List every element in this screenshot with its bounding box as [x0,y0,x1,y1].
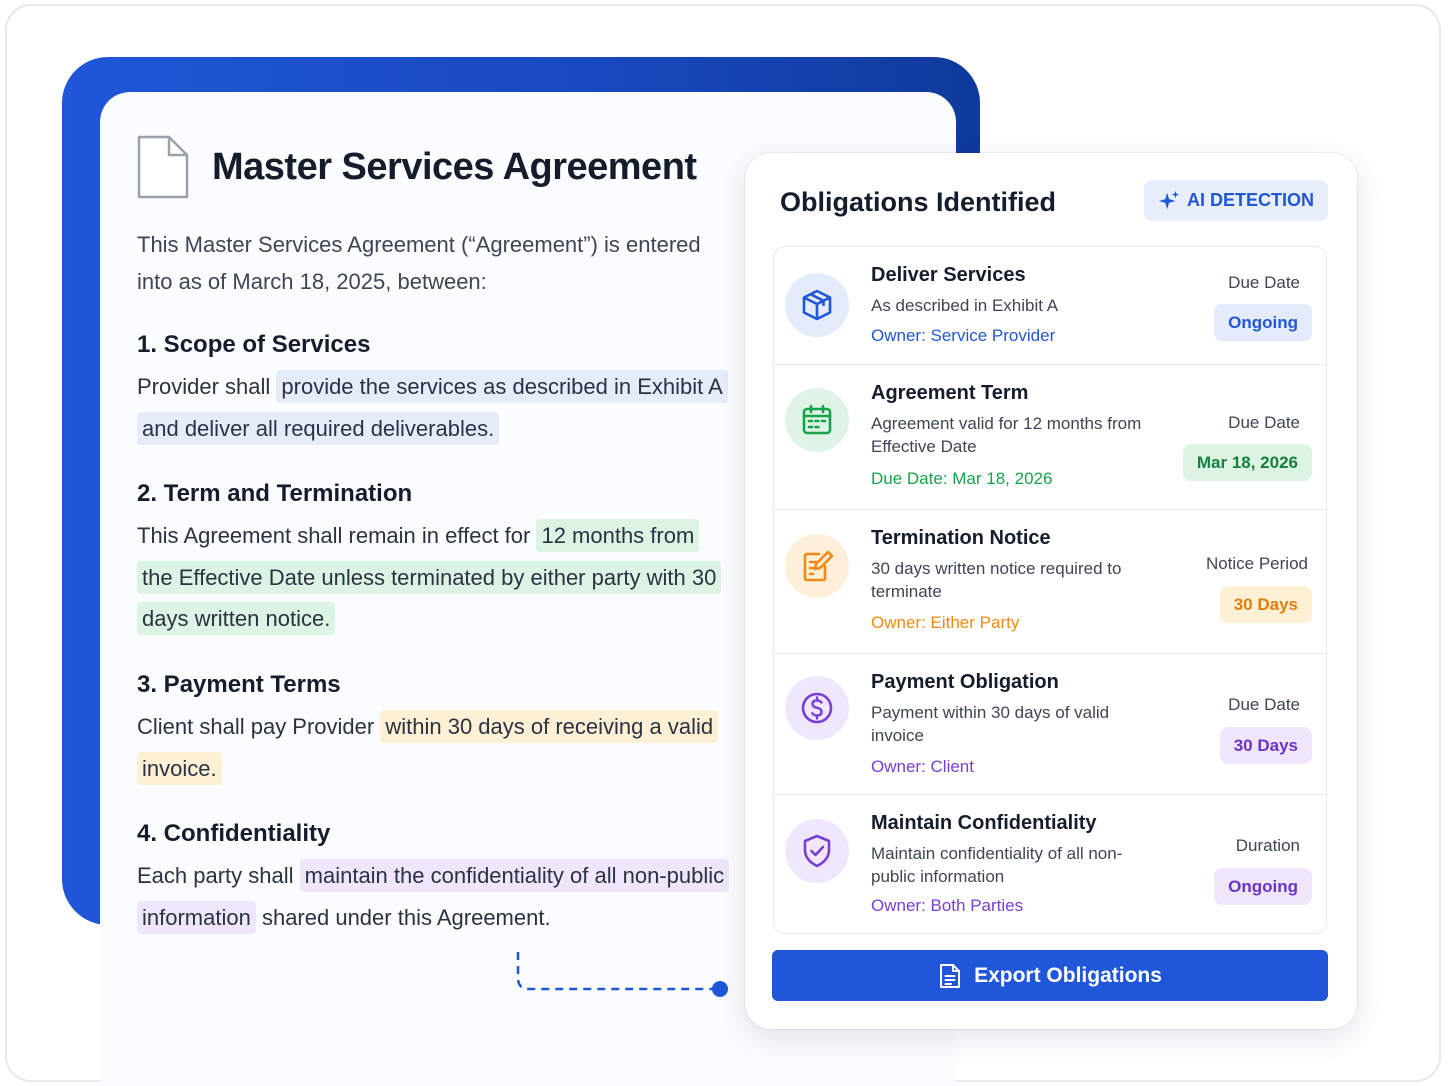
section-term: 2. Term and Termination This Agreement s… [137,479,727,640]
obligation-date-label: Due Date [1228,273,1300,292]
obligation-row[interactable]: Maintain Confidentiality Maintain confid… [774,795,1326,933]
obligation-date-pill: 30 Days [1219,727,1312,764]
document-icon [137,135,189,199]
obligation-description: As described in Exhibit A [871,296,1059,315]
obligation-description: Agreement valid for 12 months from Effec… [871,414,1142,456]
section-text: Each party shall maintain the confidenti… [137,855,730,938]
box-icon [802,289,832,321]
obligation-row[interactable]: Deliver Services As described in Exhibit… [774,247,1326,365]
section-text-plain: This Agreement shall remain in effect fo… [137,523,537,548]
section-title: 2. Term and Termination [137,480,413,507]
obligation-date-label: Due Date [1228,413,1300,432]
obligation-duration-pill: Ongoing [1214,868,1312,905]
obligation-owner: Owner: Service Provider [871,326,1056,345]
section-text: This Agreement shall remain in effect fo… [137,515,727,640]
obligation-icon-circle [785,388,849,452]
edit-document-icon [803,550,834,582]
obligation-owner: Owner: Client [871,757,974,776]
obligation-row[interactable]: Agreement Term Agreement valid for 12 mo… [774,365,1326,510]
obligation-period-label: Notice Period [1205,554,1308,573]
obligation-status-pill: Ongoing [1214,304,1312,341]
section-text: Provider shall provide the services as d… [137,366,728,449]
section-title: 3. Payment Terms [137,671,341,698]
obligation-icon-circle [785,534,849,598]
obligation-description: Payment within 30 days of valid invoice [871,703,1110,745]
obligation-description: 30 days written notice required to termi… [871,559,1122,601]
obligation-title: Deliver Services [871,264,1026,286]
section-text: Client shall pay Provider within 30 days… [137,706,727,789]
obligation-due-text: Due Date: Mar 18, 2026 [871,469,1053,488]
obligation-date-pill: Mar 18, 2026 [1182,444,1312,481]
obligation-owner: Owner: Either Party [871,613,1020,632]
section-text-plain: Provider shall [137,374,277,399]
obligations-panel: Obligations Identified AI DETECTION Deli… [745,153,1357,1029]
dollar-icon [801,692,833,724]
obligation-title: Termination Notice [871,527,1051,549]
obligation-row[interactable]: Termination Notice 30 days written notic… [774,510,1326,654]
ai-badge-label: AI DETECTION [1186,190,1314,210]
document-title: Master Services Agreement [212,146,697,188]
obligation-duration-label: Duration [1235,836,1300,855]
obligation-description: Maintain confidentiality of all non-publ… [871,844,1123,886]
obligation-icon-circle [785,676,849,740]
section-confidentiality: 4. Confidentiality Each party shall main… [137,819,730,938]
document-intro: This Master Services Agreement (“Agreeme… [137,232,701,294]
connector-line [516,952,728,997]
section-payment: 3. Payment Terms Client shall pay Provid… [137,670,727,789]
obligation-title: Maintain Confidentiality [871,812,1097,834]
obligation-period-pill: 30 Days [1219,586,1312,623]
obligation-title: Agreement Term [871,382,1029,404]
ai-detection-badge: AI DETECTION [1144,180,1328,221]
panel-title: Obligations Identified [780,187,1056,217]
obligations-list: Deliver Services As described in Exhibit… [773,246,1327,934]
export-obligations-button[interactable]: Export Obligations [772,950,1328,1001]
obligation-row[interactable]: Payment Obligation Payment within 30 day… [774,654,1326,795]
section-scope: 1. Scope of Services Provider shall prov… [137,330,728,449]
section-title: 1. Scope of Services [137,331,371,358]
sparkle-icon [1158,190,1180,209]
shield-check-icon [803,834,831,868]
obligation-title: Payment Obligation [871,671,1059,693]
section-text-plain: Client shall pay Provider [137,714,381,739]
export-button-label: Export Obligations [974,963,1162,987]
section-text-plain: Each party shall [137,863,300,888]
section-text-plain: shared under this Agreement. [255,904,551,930]
obligation-icon-circle [785,819,849,883]
calendar-icon [802,404,832,435]
obligation-date-label: Due Date [1228,695,1300,714]
file-icon [940,963,961,988]
obligation-icon-circle [785,273,849,337]
obligation-owner: Owner: Both Parties [871,896,1024,915]
section-title: 4. Confidentiality [137,820,331,847]
